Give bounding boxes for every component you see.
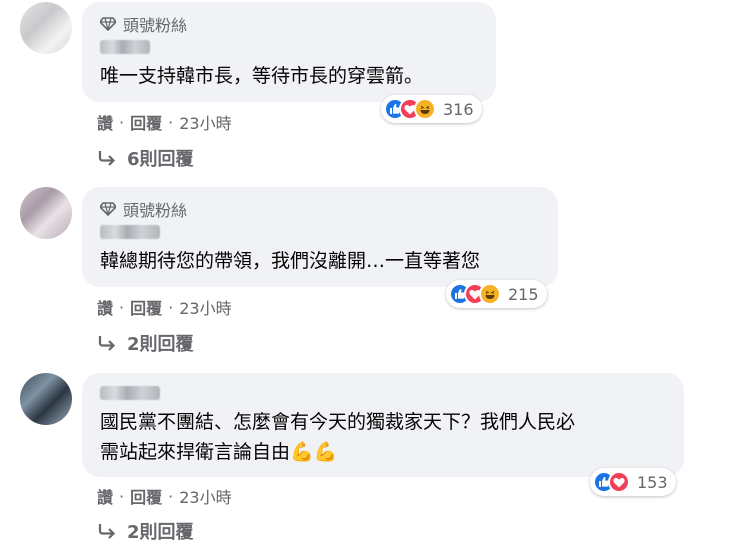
reply-link[interactable]: 回覆 <box>130 295 162 319</box>
view-replies-link[interactable]: 6則回覆 <box>97 145 194 171</box>
reply-arrow-icon <box>98 151 116 166</box>
diamond-icon <box>100 202 116 216</box>
separator-dot: · <box>119 112 125 132</box>
comment-text: 國民黨不團結、怎麼會有今天的獨裁家天下？我們人民必 <box>100 411 576 433</box>
haha-icon <box>479 283 501 305</box>
replies-label: 2則回覆 <box>127 334 194 355</box>
view-replies-link[interactable]: 2則回覆 <box>97 518 194 544</box>
comment-text: 需站起來捍衛言論自由💪💪 <box>100 441 338 463</box>
avatar[interactable] <box>20 187 72 239</box>
separator-dot: · <box>168 297 174 317</box>
like-link[interactable]: 讚 <box>97 110 113 134</box>
separator-dot: · <box>119 486 125 506</box>
comment-bubble: 頭號粉絲 韓總期待您的帶領，我們沒離開…一直等著您 <box>82 187 558 287</box>
reaction-count: 316 <box>443 99 474 119</box>
separator-dot: · <box>168 112 174 132</box>
love-icon <box>608 471 630 493</box>
reaction-summary[interactable]: 215 <box>446 280 547 308</box>
avatar[interactable] <box>20 373 72 425</box>
reaction-summary[interactable]: 153 <box>590 468 676 496</box>
comment-actions: 讚 · 回覆 · 23小時 <box>97 484 232 508</box>
top-fan-badge: 頭號粉絲 <box>100 197 187 221</box>
commenter-name-blurred[interactable] <box>100 386 160 400</box>
comment-actions: 讚 · 回覆 · 23小時 <box>97 295 232 319</box>
timestamp[interactable]: 23小時 <box>179 110 231 134</box>
separator-dot: · <box>168 486 174 506</box>
top-fan-badge: 頭號粉絲 <box>100 12 187 36</box>
like-link[interactable]: 讚 <box>97 484 113 508</box>
timestamp[interactable]: 23小時 <box>179 484 231 508</box>
comment-bubble: 國民黨不團結、怎麼會有今天的獨裁家天下？我們人民必 需站起來捍衛言論自由💪💪 <box>82 373 684 477</box>
reaction-summary[interactable]: 316 <box>381 95 482 123</box>
avatar[interactable] <box>20 2 72 54</box>
comment-bubble: 頭號粉絲 唯一支持韓市長，等待市長的穿雲箭。 <box>82 2 496 102</box>
view-replies-link[interactable]: 2則回覆 <box>97 330 194 356</box>
badge-label: 頭號粉絲 <box>123 16 188 35</box>
timestamp[interactable]: 23小時 <box>179 295 231 319</box>
reply-arrow-icon <box>98 336 116 351</box>
reply-link[interactable]: 回覆 <box>130 484 162 508</box>
reaction-count: 153 <box>637 472 668 492</box>
reply-link[interactable]: 回覆 <box>130 110 162 134</box>
commenter-name-blurred[interactable] <box>100 40 150 54</box>
diamond-icon <box>100 17 116 31</box>
comment-text: 韓總期待您的帶領，我們沒離開…一直等著您 <box>100 250 481 272</box>
replies-label: 6則回覆 <box>127 149 194 170</box>
reply-arrow-icon <box>98 524 116 539</box>
comment-text: 唯一支持韓市長，等待市長的穿雲箭。 <box>100 65 424 87</box>
commenter-name-blurred[interactable] <box>100 225 160 239</box>
reaction-count: 215 <box>508 284 539 304</box>
separator-dot: · <box>119 297 125 317</box>
like-link[interactable]: 讚 <box>97 295 113 319</box>
haha-icon <box>414 98 436 120</box>
comment-actions: 讚 · 回覆 · 23小時 <box>97 110 232 134</box>
badge-label: 頭號粉絲 <box>123 201 188 220</box>
replies-label: 2則回覆 <box>127 522 194 543</box>
